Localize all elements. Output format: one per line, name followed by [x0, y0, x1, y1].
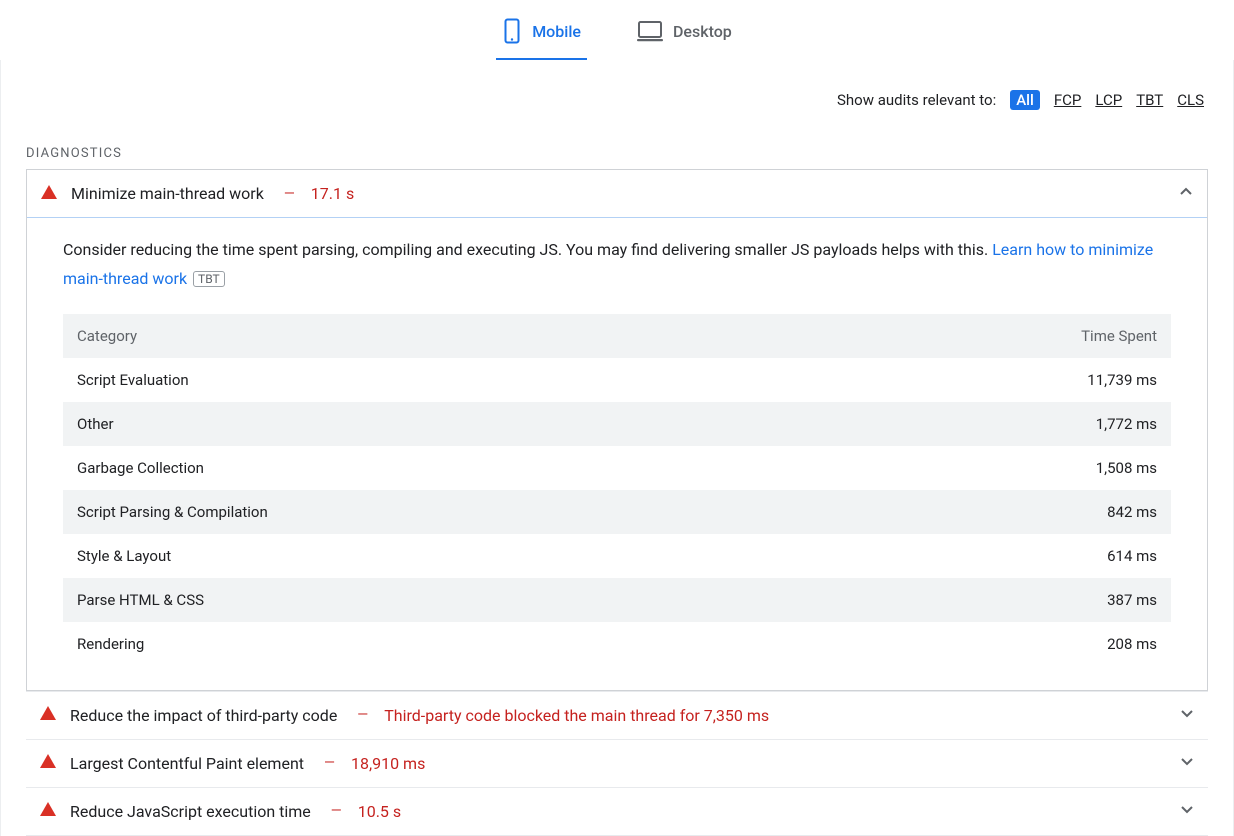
table-row: Script Parsing & Compilation842 ms [63, 490, 1171, 534]
audit-title: Reduce the impact of third-party code [70, 706, 337, 725]
chevron-up-icon [1179, 185, 1193, 203]
smartphone-icon [502, 18, 522, 44]
fail-triangle-icon [40, 706, 56, 724]
audit-value: 17.1 s [311, 184, 354, 203]
table-row: Style & Layout614 ms [63, 534, 1171, 578]
audit-header[interactable]: Reduce the impact of third-party code — Th… [26, 692, 1208, 739]
audit-minimize-main-thread: Minimize main-thread work — 17.1 s Consi… [26, 169, 1208, 691]
device-tabs: Mobile Desktop [0, 0, 1234, 60]
desc-text: Consider reducing the time spent parsing… [63, 240, 992, 259]
cell-time: 1,772 ms [814, 402, 1171, 446]
table-row: Parse HTML & CSS387 ms [63, 578, 1171, 622]
audit-body: Consider reducing the time spent parsing… [27, 218, 1207, 690]
cell-time: 1,508 ms [814, 446, 1171, 490]
audit-value: 10.5 s [358, 802, 401, 821]
audit-title: Reduce JavaScript execution time [70, 802, 311, 821]
chevron-down-icon [1180, 706, 1194, 724]
main-thread-breakdown-table: Category Time Spent Script Evaluation11,… [63, 314, 1171, 666]
audit-title: Largest Contentful Paint element [70, 754, 304, 773]
fail-triangle-icon [41, 185, 57, 203]
audit-header[interactable]: Reduce JavaScript execution time — 10.5 s [26, 788, 1208, 835]
cell-time: 614 ms [814, 534, 1171, 578]
table-row: Rendering208 ms [63, 622, 1171, 666]
dash: — [331, 803, 342, 819]
col-category: Category [63, 314, 814, 358]
audit-row: Reduce the impact of third-party code — Th… [26, 691, 1208, 739]
audit-value: 18,910 ms [351, 754, 425, 773]
desktop-icon [637, 20, 663, 42]
section-title-diagnostics: DIAGNOSTICS [26, 146, 1208, 161]
dash: — [324, 755, 335, 771]
audit-header[interactable]: Largest Contentful Paint element — 18,910 … [26, 740, 1208, 787]
tab-desktop[interactable]: Desktop [631, 12, 738, 60]
cell-category: Other [63, 402, 814, 446]
cell-time: 842 ms [814, 490, 1171, 534]
metric-badge-tbt: TBT [193, 271, 225, 287]
cell-category: Parse HTML & CSS [63, 578, 814, 622]
cell-category: Style & Layout [63, 534, 814, 578]
cell-time: 208 ms [814, 622, 1171, 666]
chevron-down-icon [1180, 802, 1194, 820]
dash: — [284, 186, 295, 202]
filter-chip-all[interactable]: All [1010, 90, 1040, 110]
tab-label: Desktop [673, 22, 732, 41]
cell-category: Rendering [63, 622, 814, 666]
audit-row: Largest Contentful Paint element — 18,910 … [26, 739, 1208, 787]
audit-row: Reduce JavaScript execution time — 10.5 s [26, 787, 1208, 836]
cell-category: Script Evaluation [63, 358, 814, 402]
filter-chip-lcp[interactable]: LCP [1095, 91, 1122, 109]
filter-chip-cls[interactable]: CLS [1177, 91, 1204, 109]
fail-triangle-icon [40, 754, 56, 772]
cell-category: Garbage Collection [63, 446, 814, 490]
dash: — [357, 707, 368, 723]
table-row: Script Evaluation11,739 ms [63, 358, 1171, 402]
cell-time: 11,739 ms [814, 358, 1171, 402]
fail-triangle-icon [40, 802, 56, 820]
table-row: Other1,772 ms [63, 402, 1171, 446]
cell-time: 387 ms [814, 578, 1171, 622]
filter-chip-tbt[interactable]: TBT [1136, 91, 1163, 109]
tab-label: Mobile [532, 22, 581, 41]
col-time-spent: Time Spent [814, 314, 1171, 358]
cell-category: Script Parsing & Compilation [63, 490, 814, 534]
audit-value: Third-party code blocked the main thread… [384, 706, 769, 725]
filter-chip-fcp[interactable]: FCP [1054, 91, 1082, 109]
audit-description: Consider reducing the time spent parsing… [63, 236, 1171, 294]
chevron-down-icon [1180, 754, 1194, 772]
table-row: Garbage Collection1,508 ms [63, 446, 1171, 490]
audit-title: Minimize main-thread work [71, 184, 264, 203]
tab-mobile[interactable]: Mobile [496, 12, 587, 60]
audit-filter-row: Show audits relevant to: All FCP LCP TBT… [26, 60, 1208, 114]
audit-header[interactable]: Minimize main-thread work — 17.1 s [27, 170, 1207, 218]
filter-label: Show audits relevant to: [837, 91, 996, 109]
